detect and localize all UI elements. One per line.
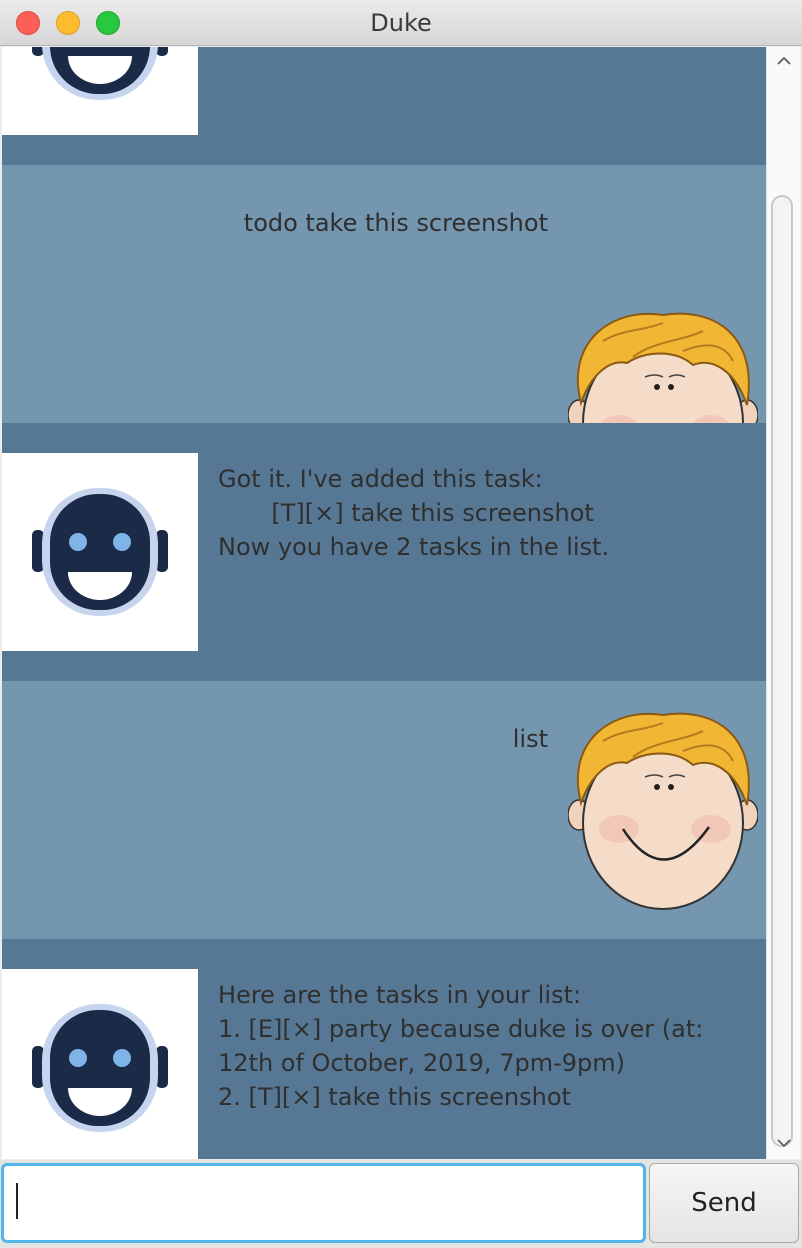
dialog-row-user: list [2,681,766,939]
duke-avatar [2,453,198,651]
scrollbar-thumb[interactable] [771,195,793,1147]
dialog-row-duke: Here are the tasks in your list: 1. [E][… [2,939,766,1159]
duke-message-text: Here are the tasks in your list: 1. [E][… [218,981,704,1111]
text-caret [16,1183,18,1219]
dialog-row-duke-partial [2,47,766,165]
chat-scroll-pane[interactable]: todo take this screenshot Got it. I've a… [2,47,766,1159]
window-title: Duke [370,9,432,37]
user-message-text: list [512,725,548,753]
duke-message-text: Got it. I've added this task: [T][×] tak… [218,465,610,561]
robot-face-icon [32,47,168,100]
robot-face-icon [32,1004,168,1132]
send-button[interactable]: Send [649,1163,799,1243]
chevron-up-icon[interactable] [776,53,792,69]
user-message-text: todo take this screenshot [243,209,548,237]
robot-face-icon [32,488,168,616]
message-input[interactable] [1,1163,646,1243]
vertical-scrollbar[interactable] [766,47,800,1159]
dialog-row-duke: Got it. I've added this task: [T][×] tak… [2,423,766,681]
input-bar: Send [0,1160,802,1248]
title-bar: Duke [0,0,802,46]
chevron-down-icon[interactable] [776,1135,792,1151]
duke-avatar [2,969,198,1159]
dialog-row-user: todo take this screenshot [2,165,766,511]
duke-avatar [2,47,198,135]
cartoon-boy-face-icon [568,712,758,911]
